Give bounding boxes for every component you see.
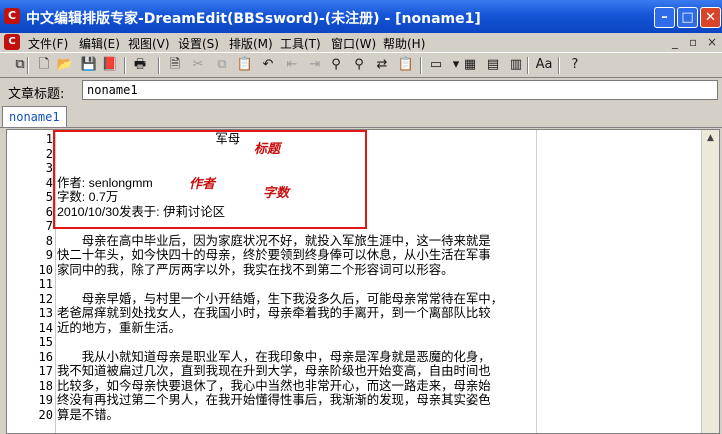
toolbar-separator <box>158 57 160 74</box>
print-icon[interactable]: 🖶 <box>131 56 149 74</box>
toolbar-separator <box>527 57 529 74</box>
find-next-icon[interactable]: ⚲ <box>350 56 368 74</box>
menu-bar: C 文件(F) 编辑(E) 视图(V) 设置(S) 排版(M) 工具(T) 窗口… <box>0 33 722 51</box>
font-icon[interactable]: Aa <box>535 56 553 74</box>
article-title-label: 文章标题: <box>8 87 65 102</box>
menu-edit[interactable]: 编辑(E) <box>79 35 120 52</box>
line-number: 3 <box>45 161 53 175</box>
help-icon[interactable]: ? <box>566 56 584 74</box>
clipboard-icon[interactable]: 📋 <box>397 56 415 74</box>
save-icon[interactable]: 💾 <box>80 56 98 74</box>
line-number: 14 <box>38 320 53 335</box>
columns-icon[interactable]: ▥ <box>507 56 525 74</box>
copy-icon[interactable]: ⧉ <box>11 56 29 74</box>
paste-icon[interactable]: 📋 <box>236 56 254 74</box>
open-folder-icon[interactable]: 📂 <box>56 56 74 74</box>
text-line: 算是不错。 <box>57 407 119 422</box>
toolbar-separator <box>420 57 422 74</box>
line-number: 12 <box>38 291 53 306</box>
text-line: 比较多，如今母亲快要退休了，我心中当然也非常开心，而这一路走来，母亲始 <box>57 378 491 393</box>
text-line: 我不知道被扁过几次，直到我现在升到大学，母亲阶级也开始变高，自由时间也 <box>57 364 491 378</box>
line-number: 6 <box>45 204 53 219</box>
window-titlebar[interactable]: C 中文编辑排版专家-DreamEdit(BBSsword)-(未注册) - [… <box>0 0 722 33</box>
line-number: 16 <box>38 349 53 364</box>
menu-file[interactable]: 文件(F) <box>28 35 68 52</box>
line-number: 15 <box>38 335 53 349</box>
screen-icon[interactable]: ▦ <box>461 56 479 74</box>
line-number: 1 <box>45 132 53 146</box>
menu-tools[interactable]: 工具(T) <box>280 35 321 52</box>
menu-typeset[interactable]: 排版(M) <box>229 35 273 52</box>
document-tab-bar: noname1 <box>0 104 722 128</box>
menu-help[interactable]: 帮助(H) <box>383 35 425 52</box>
layout-icon[interactable]: ▤ <box>484 56 502 74</box>
close-button[interactable]: ✕ <box>700 7 721 28</box>
book-icon[interactable]: 📕 <box>101 56 119 74</box>
app-logo-icon[interactable]: C <box>4 8 20 24</box>
line-number: 13 <box>38 306 53 320</box>
find-icon[interactable]: ⚲ <box>327 56 345 74</box>
text-line: 母亲在高中毕业后，因为家庭状况不好，就投入军旅生涯中，这一待来就是 <box>57 233 491 248</box>
document-icon[interactable]: C <box>4 34 20 50</box>
view-icon[interactable]: ▭ <box>427 56 445 74</box>
annotation-title: 标题 <box>254 142 281 157</box>
outdent-icon[interactable]: ⇥ <box>306 56 324 74</box>
text-line: 近的地方，重新生活。 <box>57 320 181 335</box>
scroll-up-arrow-icon[interactable]: ▲ <box>702 130 719 147</box>
new-file-icon[interactable]: 🗋 <box>35 56 53 74</box>
annotation-wordcount: 字数 <box>263 186 290 201</box>
article-title-input[interactable] <box>82 80 718 100</box>
menu-window[interactable]: 窗口(W) <box>331 35 376 52</box>
tab-noname1[interactable]: noname1 <box>2 106 67 127</box>
menu-view[interactable]: 视图(V) <box>128 35 170 52</box>
undo-icon[interactable]: ↶ <box>259 56 277 74</box>
minimize-button[interactable]: – <box>654 7 675 28</box>
text-line: 家同中的我，除了严厉两字以外，我实在找不到第二个形容词可以形容。 <box>57 262 454 277</box>
text-line: 我从小就知道母亲是职业军人，在我印象中，母亲是浑身就是恶魔的化身， <box>57 349 491 364</box>
text-line: 母亲早婚，与村里一个小开结婚，生下我没多久后，可能母亲常常待在军中， <box>57 291 504 306</box>
mdi-restore-button[interactable]: ▫ <box>689 35 697 49</box>
line-number: 20 <box>38 407 53 422</box>
line-number: 2 <box>45 146 53 161</box>
cut-icon[interactable]: ✂ <box>189 56 207 74</box>
line-number: 17 <box>38 364 53 378</box>
menu-settings[interactable]: 设置(S) <box>178 35 219 52</box>
line-number: 9 <box>45 248 53 262</box>
line-number: 18 <box>38 378 53 393</box>
text-line: 终没有再找过第二个男人，在我开始懂得性事后，我渐渐的发现，母亲其实姿色 <box>57 393 491 407</box>
copy2-icon[interactable]: ⧉ <box>213 56 231 74</box>
line-number: 11 <box>38 277 53 291</box>
window-title: 中文编辑排版专家-DreamEdit(BBSsword)-(未注册) - [no… <box>26 11 481 27</box>
text-line: 快二十年头，如今快四十的母亲，终於要领到终身俸可以休息，从小生活在军事 <box>57 248 491 262</box>
editor-area[interactable]: 1 2 3 4 5 6 7 8 9 10 11 12 13 14 15 16 17 18 19 20 军母 作者: se… <box>6 129 720 434</box>
line-number: 19 <box>38 393 53 407</box>
page-icon[interactable]: 🗎 <box>166 56 184 74</box>
toolbar-separator <box>558 57 560 74</box>
toolbar-separator <box>124 57 126 74</box>
vertical-scrollbar[interactable]: ▲ <box>701 130 719 433</box>
text-line: 老爸屌痒就到处找女人，在我国小时，母亲牵着我的手离开，到一个离部队比较 <box>57 306 491 320</box>
line-number: 7 <box>45 219 53 233</box>
annotation-author: 作者 <box>189 177 216 192</box>
replace-icon[interactable]: ⇄ <box>373 56 391 74</box>
line-number: 10 <box>38 262 53 277</box>
line-number: 5 <box>45 190 53 204</box>
mdi-minimize-button[interactable]: _ <box>672 35 678 49</box>
indent-icon[interactable]: ⇤ <box>283 56 301 74</box>
line-number: 4 <box>45 175 53 190</box>
line-number-gutter: 1 2 3 4 5 6 7 8 9 10 11 12 13 14 15 16 17 18 19 20 <box>7 130 53 433</box>
maximize-button[interactable]: □ <box>677 7 698 28</box>
toolbar: ⧉ 🗋 📂 💾 📕 🖶 🗎 ✂ ⧉ 📋 ↶ ⇤ ⇥ ⚲ ⚲ ⇄ 📋 ▭ ▾ ▦ ▤ ▥ Aa? <box>0 52 722 78</box>
mdi-close-button[interactable]: × <box>707 35 717 49</box>
line-number: 8 <box>45 233 53 248</box>
